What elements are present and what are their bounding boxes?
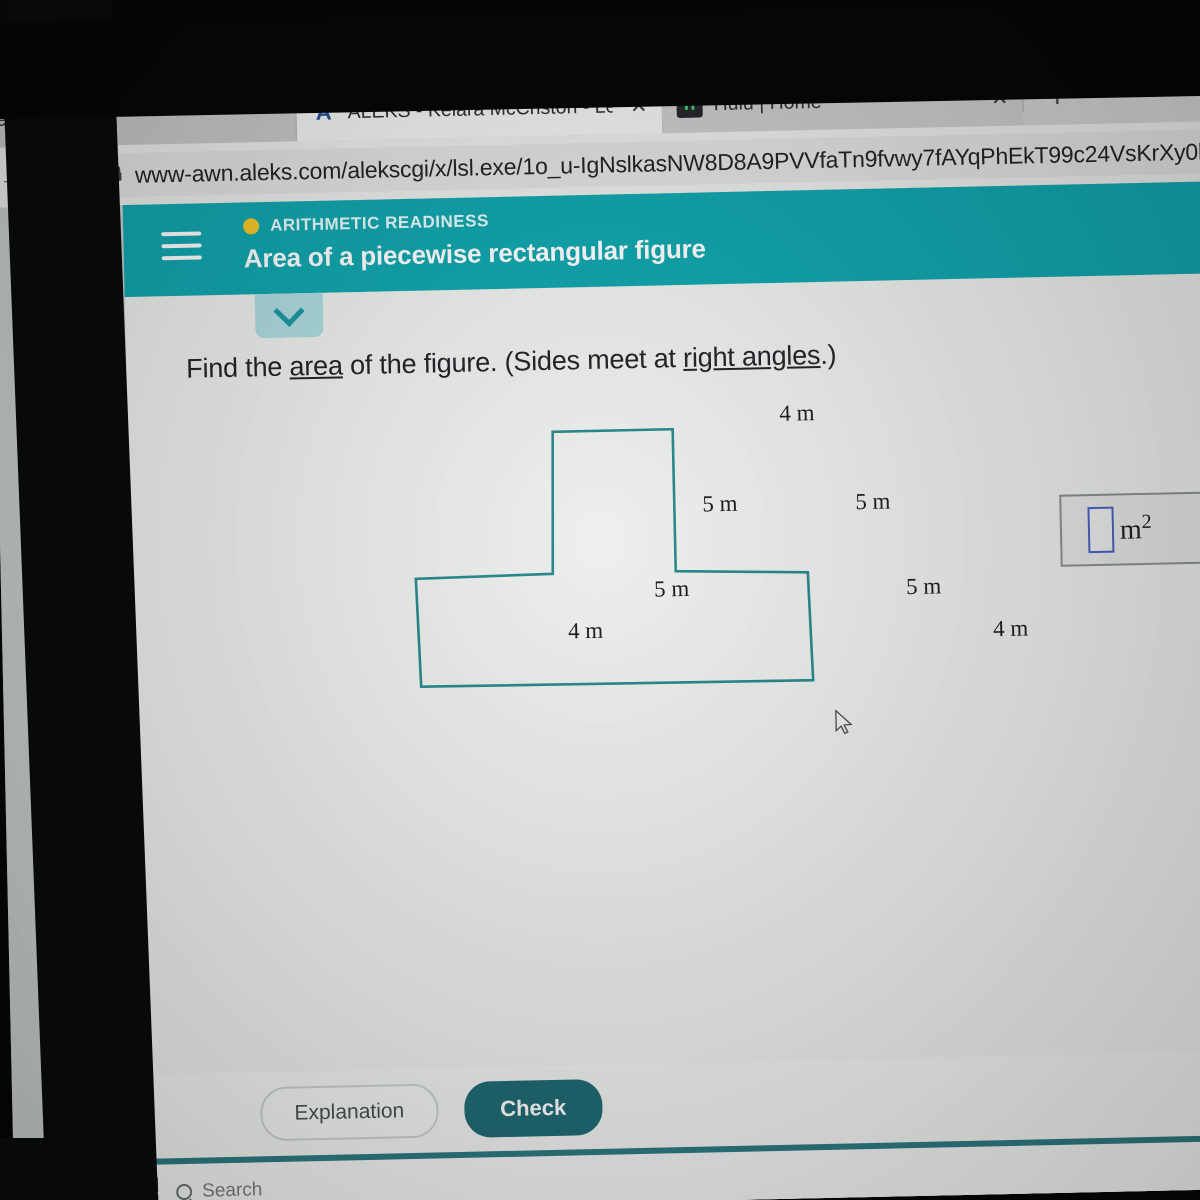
taskbar-search[interactable]: Search [176,1179,263,1200]
question-text-after: .) [819,339,837,370]
answer-unit-label: m [1119,514,1143,547]
taskbar-search-label: Search [201,1179,263,1200]
figure-container: 4 m 5 m 5 m 5 m 5 m 4 m 4 m [127,380,1200,745]
dim-base-top-left: 5 m [653,575,690,602]
answer-input[interactable] [1087,506,1115,554]
piecewise-rectangular-figure [414,427,815,689]
search-icon [176,1183,193,1200]
mouse-cursor-icon [835,709,853,735]
chevron-down-icon [273,295,305,327]
aleks-topbar-text: ARITHMETIC READINESS Area of a piecewise… [242,206,707,274]
url-text: www-awn.aleks.com/alekscgi/x/lsl.exe/1o_… [134,136,1200,188]
question-text-before: Find the [185,351,290,384]
browser-viewport: ARITHMETIC READINESS Area of a piecewise… [0,180,1200,1200]
dim-base-left-height: 4 m [567,617,604,644]
dim-top-width: 4 m [779,400,815,426]
answer-unit-exponent: 2 [1141,511,1152,534]
dim-stem-left-height: 5 m [702,490,738,517]
question-text-middle: of the figure. (Sides meet at [342,342,684,381]
screen-photo: ReggieNet ✕ A ALEKS - Keiara McCriston -… [0,0,1200,1200]
monitor-screen: ReggieNet ✕ A ALEKS - Keiara McCriston -… [0,58,1200,1200]
right-angles-link[interactable]: right angles [683,340,821,373]
hamburger-menu-icon[interactable] [161,231,202,264]
collapse-panel-button[interactable] [254,292,324,339]
explanation-button[interactable]: Explanation [259,1083,439,1142]
dim-base-right-height: 4 m [992,615,1029,642]
course-kicker-label: ARITHMETIC READINESS [269,211,489,235]
aleks-content-area: ARITHMETIC READINESS Area of a piecewise… [122,180,1200,1200]
page-title: Area of a piecewise rectangular figure [243,233,707,274]
answer-box[interactable]: m2 [1059,489,1200,567]
gold-dot-icon [242,218,260,235]
course-kicker: ARITHMETIC READINESS [242,206,705,236]
answer-unit: m2 [1120,511,1153,547]
dim-base-top-right: 5 m [905,573,942,600]
check-button[interactable]: Check [463,1078,603,1138]
area-link[interactable]: area [289,350,343,381]
dim-stem-right-height: 5 m [855,488,891,515]
question-prompt: Find the area of the figure. (Sides meet… [186,340,837,385]
